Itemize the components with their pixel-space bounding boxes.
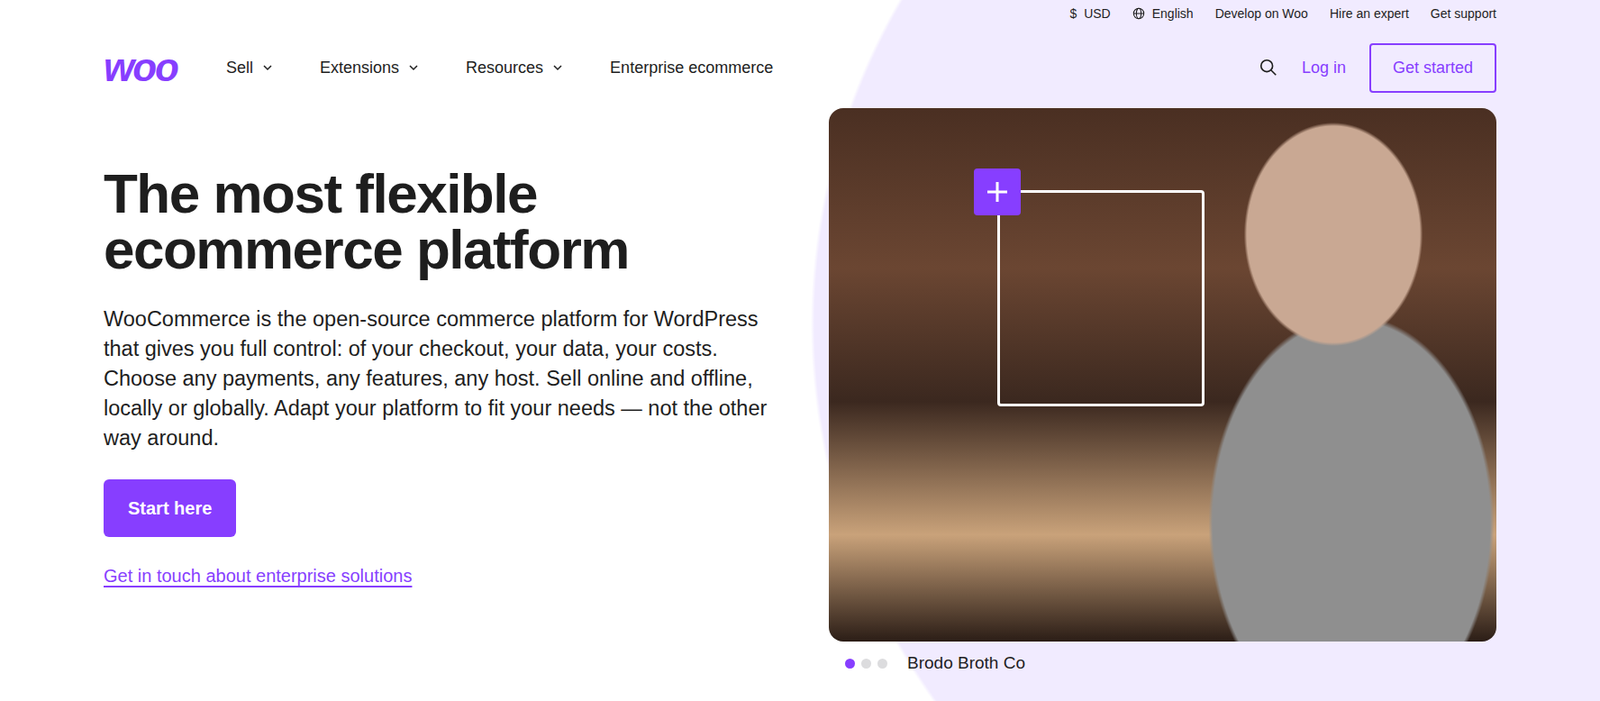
get-started-button[interactable]: Get started xyxy=(1369,43,1497,93)
globe-icon xyxy=(1132,7,1146,20)
chevron-down-icon xyxy=(552,62,564,73)
top-link[interactable]: Develop on Woo xyxy=(1215,4,1309,24)
carousel-caption: Brodo Broth Co xyxy=(907,650,1026,677)
hero-description: WooCommerce is the open-source commerce … xyxy=(103,304,775,453)
hero-photo xyxy=(828,108,1497,642)
add-product-button[interactable] xyxy=(973,168,1021,216)
woo-logo[interactable]: woo xyxy=(103,47,178,88)
language-label: English xyxy=(1152,4,1194,24)
search-icon[interactable] xyxy=(1258,57,1279,78)
language-switcher[interactable]: English xyxy=(1132,4,1194,24)
enterprise-link-wrap: Get in touch about enterprise solutions xyxy=(103,536,775,590)
carousel-dot[interactable] xyxy=(845,658,855,669)
top-link[interactable]: Get support xyxy=(1430,4,1497,24)
nav-item[interactable]: Resources xyxy=(465,55,564,81)
currency-label: USD xyxy=(1083,4,1111,24)
currency-icon: $ xyxy=(1069,4,1077,24)
hero-title: The most flexible ecommerce platform xyxy=(103,165,775,278)
product-highlight-frame xyxy=(997,190,1205,407)
carousel-dot[interactable] xyxy=(877,658,888,669)
plus-icon xyxy=(983,178,1011,206)
nav-item[interactable]: Sell xyxy=(226,55,273,81)
nav-item[interactable]: Enterprise ecommerce xyxy=(609,55,773,81)
carousel-dots xyxy=(845,658,888,669)
nav-label: Enterprise ecommerce xyxy=(609,55,773,81)
nav-label: Resources xyxy=(465,55,544,81)
start-here-button[interactable]: Start here xyxy=(103,479,237,537)
nav-item[interactable]: Extensions xyxy=(319,55,419,81)
enterprise-link[interactable]: Get in touch about enterprise solutions xyxy=(103,562,412,590)
nav-label: Sell xyxy=(226,55,254,81)
chevron-down-icon xyxy=(262,62,273,73)
hero-actions: Start here xyxy=(103,479,775,537)
carousel-dot[interactable] xyxy=(861,658,872,669)
carousel-controls: Brodo Broth Co xyxy=(828,641,1497,677)
top-link[interactable]: Hire an expert xyxy=(1329,4,1410,24)
main-nav: Sell Extensions Resources Enterprise ecomme… xyxy=(226,55,773,81)
chevron-down-icon xyxy=(408,62,419,73)
currency-switcher[interactable]: $ USD xyxy=(1069,4,1110,24)
nav-actions: Log in Get started xyxy=(1258,43,1497,93)
login-link[interactable]: Log in xyxy=(1301,55,1346,81)
nav-label: Extensions xyxy=(319,55,400,81)
